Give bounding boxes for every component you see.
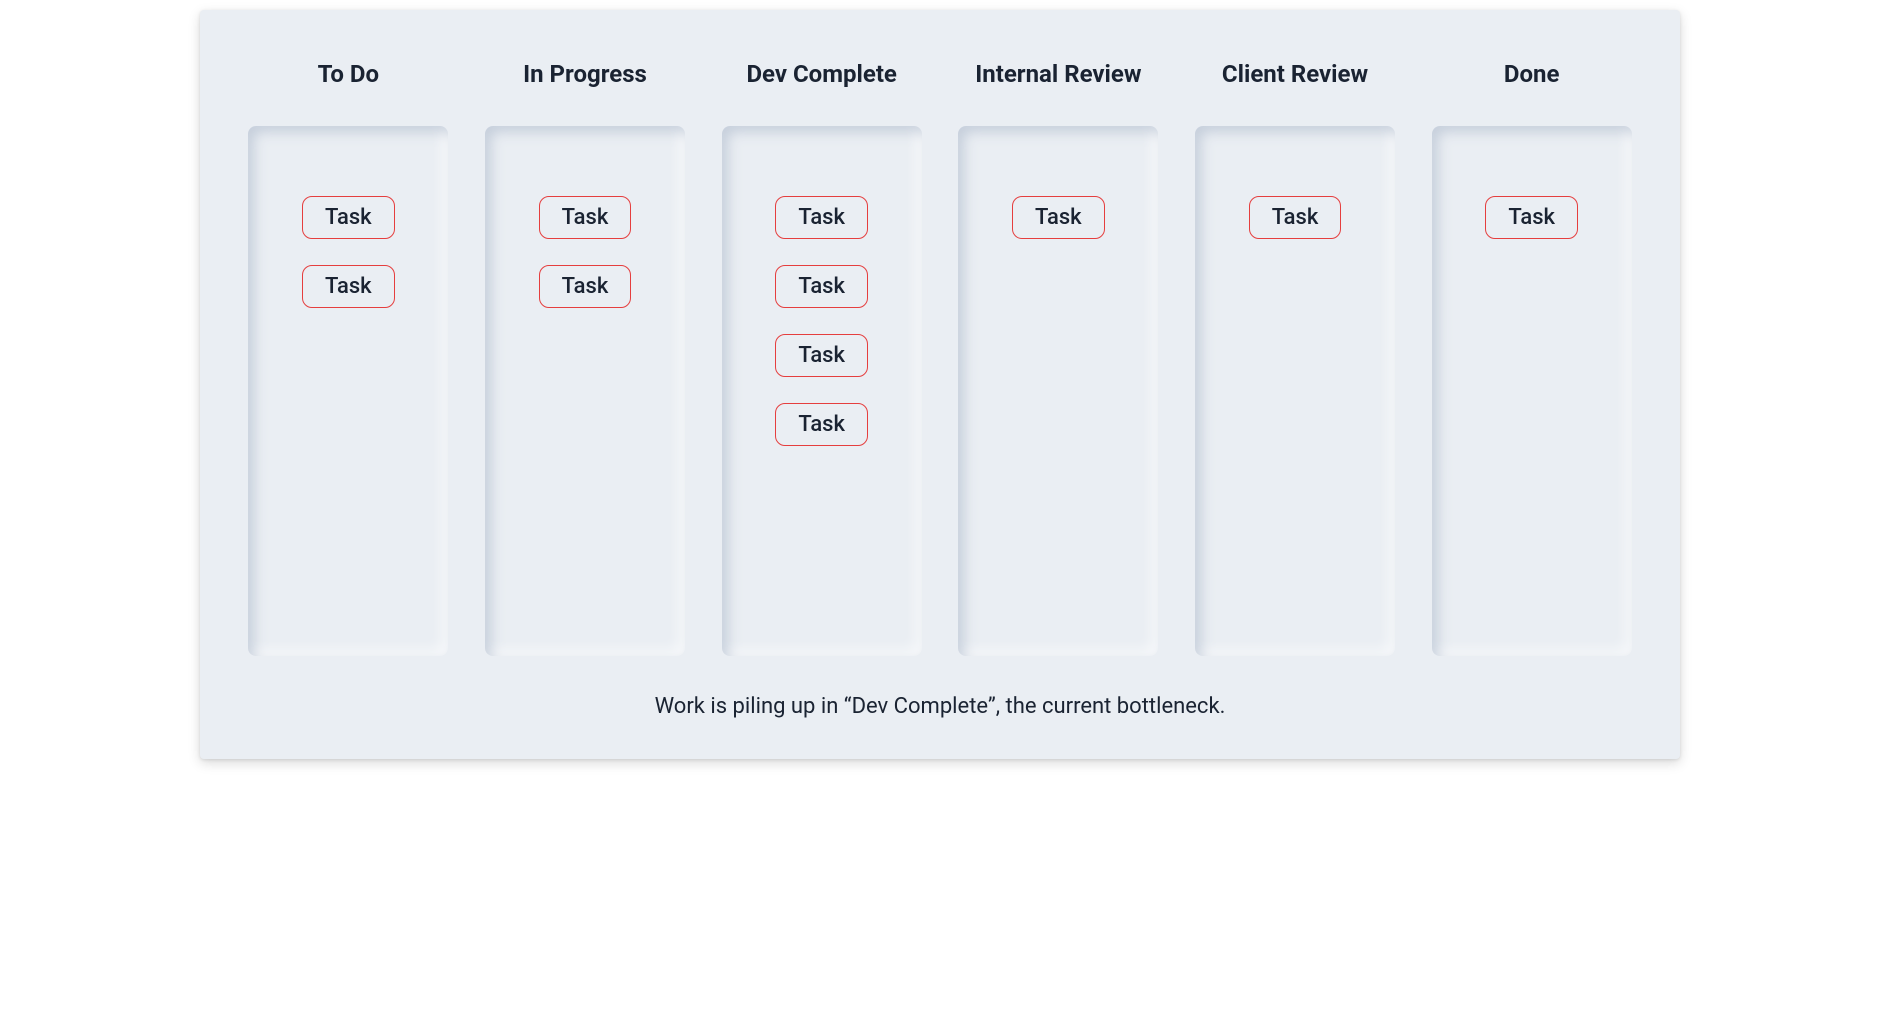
column-well[interactable]: Task Task <box>248 126 448 656</box>
task-card[interactable]: Task <box>539 265 632 308</box>
task-card[interactable]: Task <box>1012 196 1105 239</box>
task-card[interactable]: Task <box>302 265 395 308</box>
column-header: To Do <box>318 60 380 88</box>
column-header: Internal Review <box>975 60 1141 88</box>
column-well[interactable]: Task <box>1195 126 1395 656</box>
column-header: Client Review <box>1222 60 1368 88</box>
column-done: Done Task <box>1423 60 1640 656</box>
column-well[interactable]: Task <box>1432 126 1632 656</box>
column-in-progress: In Progress Task Task <box>477 60 694 656</box>
board-caption: Work is piling up in “Dev Complete”, the… <box>240 694 1640 719</box>
column-well[interactable]: Task Task Task Task <box>722 126 922 656</box>
column-client-review: Client Review Task <box>1187 60 1404 656</box>
column-well[interactable]: Task Task <box>485 126 685 656</box>
column-dev-complete: Dev Complete Task Task Task Task <box>713 60 930 656</box>
column-header: Done <box>1504 60 1560 88</box>
task-card[interactable]: Task <box>775 334 868 377</box>
task-card[interactable]: Task <box>539 196 632 239</box>
task-card[interactable]: Task <box>302 196 395 239</box>
kanban-board: To Do Task Task In Progress Task Task De… <box>200 10 1680 759</box>
column-header: In Progress <box>523 60 647 88</box>
task-card[interactable]: Task <box>1485 196 1578 239</box>
column-header: Dev Complete <box>746 60 896 88</box>
columns-row: To Do Task Task In Progress Task Task De… <box>240 60 1640 656</box>
column-to-do: To Do Task Task <box>240 60 457 656</box>
task-card[interactable]: Task <box>775 196 868 239</box>
column-internal-review: Internal Review Task <box>950 60 1167 656</box>
task-card[interactable]: Task <box>775 403 868 446</box>
column-well[interactable]: Task <box>958 126 1158 656</box>
task-card[interactable]: Task <box>775 265 868 308</box>
task-card[interactable]: Task <box>1249 196 1342 239</box>
